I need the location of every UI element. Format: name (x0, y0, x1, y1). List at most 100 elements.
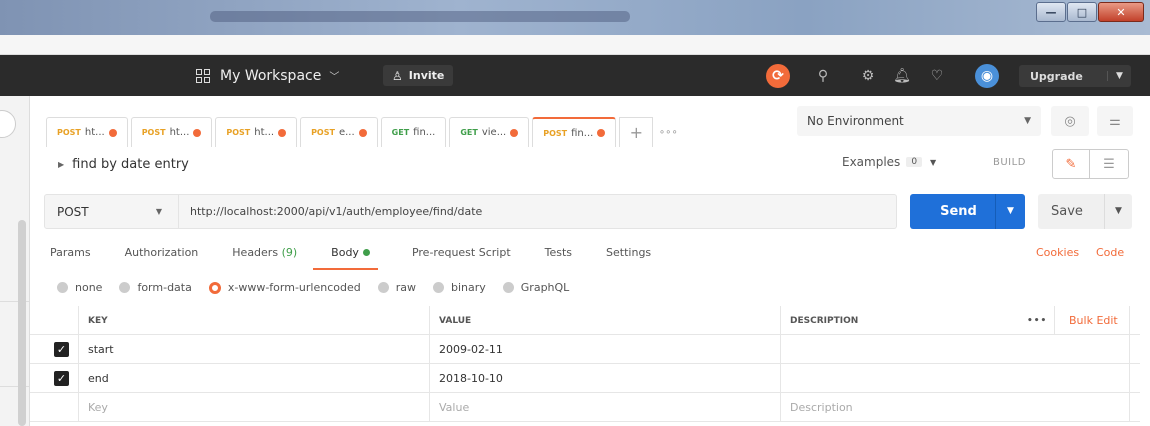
body-type-graphql[interactable]: GraphQL (502, 281, 569, 294)
invite-button[interactable]: ♙ Invite (383, 65, 454, 86)
settings-gear-icon[interactable]: ⚙ (856, 64, 880, 88)
radio-button[interactable] (57, 282, 68, 293)
radio-button-selected[interactable] (208, 281, 221, 294)
request-tab[interactable]: POST ht... (130, 117, 213, 147)
tab-title: vie... (481, 127, 507, 138)
method-select[interactable]: POST ▼ (44, 194, 179, 229)
workspace-label: My Workspace (220, 67, 322, 84)
sidebar-toggle[interactable] (0, 110, 16, 138)
request-tab[interactable]: GET vie... (449, 117, 530, 147)
edit-button[interactable]: ✎ (1052, 149, 1090, 179)
comment-icon: ☰ (1103, 156, 1115, 172)
window-titlebar: — □ ✕ (0, 0, 1150, 35)
request-name[interactable]: ▶ find by date entry (58, 157, 189, 172)
request-tab[interactable]: GET fin... (380, 117, 447, 147)
save-button[interactable]: Save ▼ (1038, 194, 1132, 229)
manage-environments-button[interactable]: ⚌ (1097, 106, 1133, 136)
examples-dropdown[interactable]: Examples 0 ▼ (842, 155, 936, 169)
save-label: Save (1051, 204, 1083, 219)
param-value[interactable]: 2018-10-10 (439, 364, 503, 393)
body-type-form-data-label: form-data (137, 281, 192, 294)
unsaved-dot-icon[interactable] (193, 128, 202, 137)
build-label: BUILD (993, 157, 1026, 168)
tab-headers[interactable]: Headers (9) (232, 246, 297, 270)
body-type-options: none form-data x-www-form-urlencoded raw… (57, 281, 586, 294)
minimize-button[interactable]: — (1036, 2, 1066, 22)
unsaved-dot-icon[interactable] (510, 128, 519, 137)
expand-triangle-icon[interactable]: ▶ (58, 160, 64, 169)
tab-title: ht... (84, 127, 105, 138)
close-button[interactable]: ✕ (1098, 2, 1144, 22)
maximize-button[interactable]: □ (1067, 2, 1097, 22)
upgrade-button[interactable]: Upgrade ▼ (1019, 65, 1131, 87)
unsaved-dot-icon[interactable] (358, 128, 367, 137)
new-key-input[interactable]: Key (88, 393, 108, 422)
tab-method: POST (57, 128, 81, 137)
environment-label: No Environment (807, 114, 904, 128)
tab-method: POST (141, 128, 166, 137)
column-header-key: KEY (88, 315, 108, 326)
tab-title: ht... (254, 127, 275, 138)
save-options-caret-icon[interactable]: ▼ (1104, 194, 1132, 229)
avatar[interactable]: ◉ (975, 64, 999, 88)
environment-quick-look-button[interactable]: ◎ (1051, 106, 1089, 136)
notification-bell-icon[interactable]: 🔔︎ (890, 64, 914, 88)
new-tab-plus-icon[interactable]: + (619, 117, 654, 147)
param-value[interactable]: 2009-02-11 (439, 335, 503, 364)
code-link[interactable]: Code (1096, 246, 1124, 259)
radio-button[interactable] (377, 282, 389, 293)
bulk-edit-link[interactable]: Bulk Edit (1069, 306, 1118, 335)
new-value-input[interactable]: Value (439, 393, 469, 422)
more-options-icon[interactable]: ••• (1027, 306, 1047, 335)
heart-icon[interactable]: ♡ (925, 64, 949, 88)
tab-method: POST (226, 128, 251, 137)
send-button[interactable]: Send ▼ (910, 194, 1025, 229)
param-key[interactable]: end (88, 364, 109, 393)
body-type-binary[interactable]: binary (432, 281, 486, 294)
unsaved-dot-icon[interactable] (278, 128, 287, 137)
satellite-icon[interactable]: ⚲ (811, 64, 835, 88)
body-type-form-data[interactable]: form-data (119, 281, 192, 294)
url-input[interactable] (179, 194, 897, 229)
sidebar-scrollbar[interactable] (18, 220, 26, 426)
cookies-link[interactable]: Cookies (1036, 246, 1079, 259)
radio-button[interactable] (119, 282, 131, 293)
tab-tests[interactable]: Tests (545, 246, 572, 270)
unsaved-dot-icon[interactable] (597, 129, 606, 137)
send-options-caret-icon[interactable]: ▼ (995, 194, 1025, 229)
comments-button[interactable]: ☰ (1089, 149, 1129, 179)
sync-icon[interactable]: ⟳ (766, 64, 790, 88)
tab-settings[interactable]: Settings (606, 246, 651, 270)
body-type-urlencoded[interactable]: x-www-form-urlencoded (208, 281, 361, 294)
environment-select[interactable]: No Environment ▼ (797, 106, 1041, 136)
tab-prerequest-script[interactable]: Pre-request Script (412, 246, 511, 270)
examples-count-badge: 0 (906, 157, 923, 167)
column-header-value: VALUE (439, 315, 472, 326)
new-description-input[interactable]: Description (790, 393, 853, 422)
param-key[interactable]: start (88, 335, 114, 364)
row-enabled-checkbox[interactable]: ✓ (54, 342, 69, 357)
tab-authorization[interactable]: Authorization (125, 246, 199, 270)
request-tabs: POST ht... POST ht... POST ht... POST e... GET fi… (46, 117, 680, 147)
request-tab[interactable]: POST e... (300, 117, 378, 147)
radio-button[interactable] (432, 282, 444, 293)
caret-down-icon[interactable]: ▼ (1107, 71, 1131, 81)
body-type-none[interactable]: none (57, 281, 102, 294)
tab-options-icon[interactable]: ∘∘∘ (656, 117, 680, 147)
request-tab[interactable]: POST ht... (215, 117, 298, 147)
caret-down-icon: ▼ (930, 157, 937, 167)
column-header-description: DESCRIPTION (790, 315, 859, 326)
workspace-switcher[interactable]: My Workspace ﹀ (196, 55, 339, 96)
table-row: ✓ start 2009-02-11 (30, 335, 1140, 364)
tab-body[interactable]: Body (313, 246, 378, 270)
body-type-raw[interactable]: raw (377, 281, 416, 294)
request-name-label: find by date entry (72, 157, 189, 172)
workspace-grid-icon (196, 68, 210, 83)
request-tab[interactable]: POST ht... (46, 117, 128, 147)
tab-params[interactable]: Params (50, 246, 91, 270)
radio-button[interactable] (502, 282, 514, 293)
tab-method: GET (460, 128, 478, 137)
row-enabled-checkbox[interactable]: ✓ (54, 371, 69, 386)
unsaved-dot-icon[interactable] (108, 128, 117, 137)
request-tab-active[interactable]: POST fin... (532, 117, 617, 147)
